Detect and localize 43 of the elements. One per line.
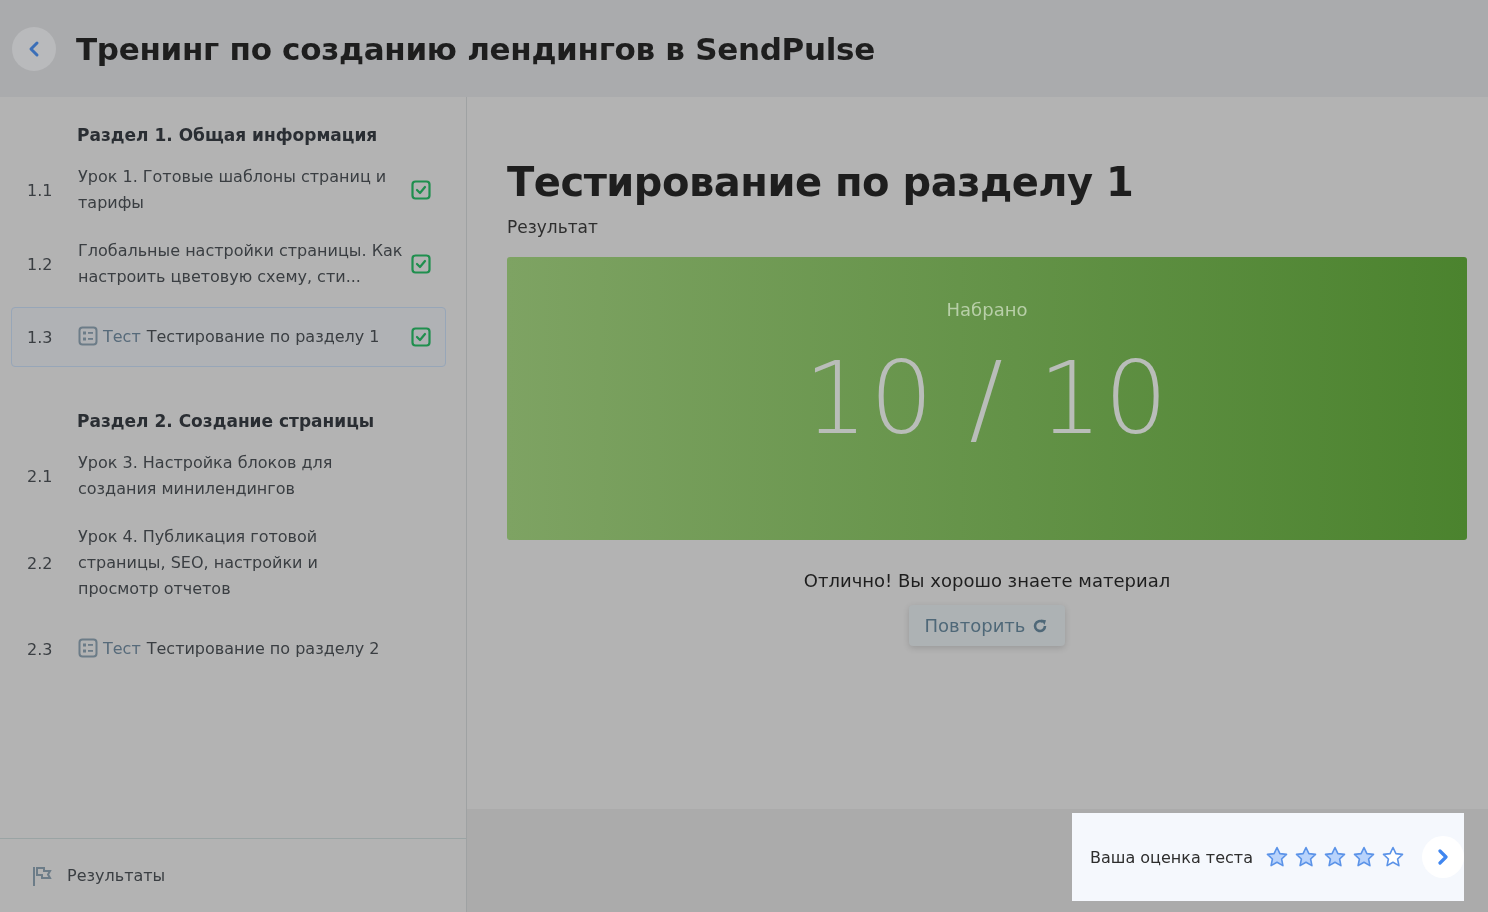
lesson-item[interactable]: 1.1 Урок 1. Готовые шаблоны страниц и тарифы xyxy=(11,159,446,221)
back-button[interactable] xyxy=(12,26,56,71)
test-tag: Тест xyxy=(103,327,141,346)
lesson-title: Урок 4. Публикация готовой страницы, SEO, настройки и просмотр отчетов xyxy=(78,527,318,598)
next-button[interactable] xyxy=(1422,836,1464,878)
lesson-title: Тестирование по разделу 2 xyxy=(146,639,380,658)
lesson-item[interactable]: 2.1 Урок 3. Настройка блоков для создания минилендингов xyxy=(11,445,446,507)
lesson-title: Глобальные настройки страницы. Как настроить цветовую схему, сти... xyxy=(78,241,403,286)
rating-label: Ваша оценка теста xyxy=(1090,847,1253,867)
star-empty-icon[interactable] xyxy=(1380,845,1405,869)
lesson-item[interactable]: 1.3 Тест Тестирование по разделу 1 xyxy=(11,307,446,367)
lesson-number: 1.3 xyxy=(27,327,54,347)
star-filled-icon[interactable] xyxy=(1264,845,1289,869)
lesson-number: 2.1 xyxy=(27,466,54,486)
lesson-title: Урок 3. Настройка блоков для создания минилендингов xyxy=(78,453,333,498)
star-filled-icon[interactable] xyxy=(1322,845,1347,869)
result-message: Отлично! Вы хорошо знаете материал xyxy=(802,570,1172,591)
lesson-number: 1.2 xyxy=(27,254,54,274)
list-icon xyxy=(78,638,98,658)
section-title: Раздел 2. Создание страницы xyxy=(76,411,376,431)
section-title: Раздел 1. Общая информация xyxy=(76,125,379,145)
course-title: Тренинг по созданию лендингов в SendPulse xyxy=(76,30,875,67)
test-title: Тестирование по разделу 1 xyxy=(507,159,1135,205)
lesson-item[interactable]: 1.2 Глобальные настройки страницы. Как настроить цветовую схему, сти... xyxy=(11,233,446,295)
results-link[interactable]: Результаты xyxy=(0,838,466,912)
lesson-title: Урок 1. Готовые шаблоны страниц и тарифы xyxy=(78,167,387,212)
lesson-number: 1.1 xyxy=(27,180,54,200)
chevron-left-icon xyxy=(27,39,41,58)
flag-icon xyxy=(31,864,53,887)
list-icon xyxy=(78,326,98,346)
score-label: Набрано xyxy=(946,299,1028,320)
test-tag: Тест xyxy=(103,639,141,658)
lesson-item[interactable]: 2.2 Урок 4. Публикация готовой страницы, SEO, настройки и просмотр отчетов xyxy=(11,519,446,607)
score-value: 10 / 10 xyxy=(804,340,1170,457)
lesson-item[interactable]: 2.3 Тест Тестирование по разделу 2 xyxy=(11,619,446,679)
result-label: Результат xyxy=(507,217,599,237)
star-filled-icon[interactable] xyxy=(1351,845,1376,869)
chevron-right-icon xyxy=(1437,849,1449,865)
star-filled-icon[interactable] xyxy=(1293,845,1318,869)
lesson-number: 2.3 xyxy=(27,639,54,659)
lesson-number: 2.2 xyxy=(27,553,54,573)
retry-button[interactable]: Повторить xyxy=(908,605,1066,646)
lesson-title: Тестирование по разделу 1 xyxy=(146,327,380,346)
